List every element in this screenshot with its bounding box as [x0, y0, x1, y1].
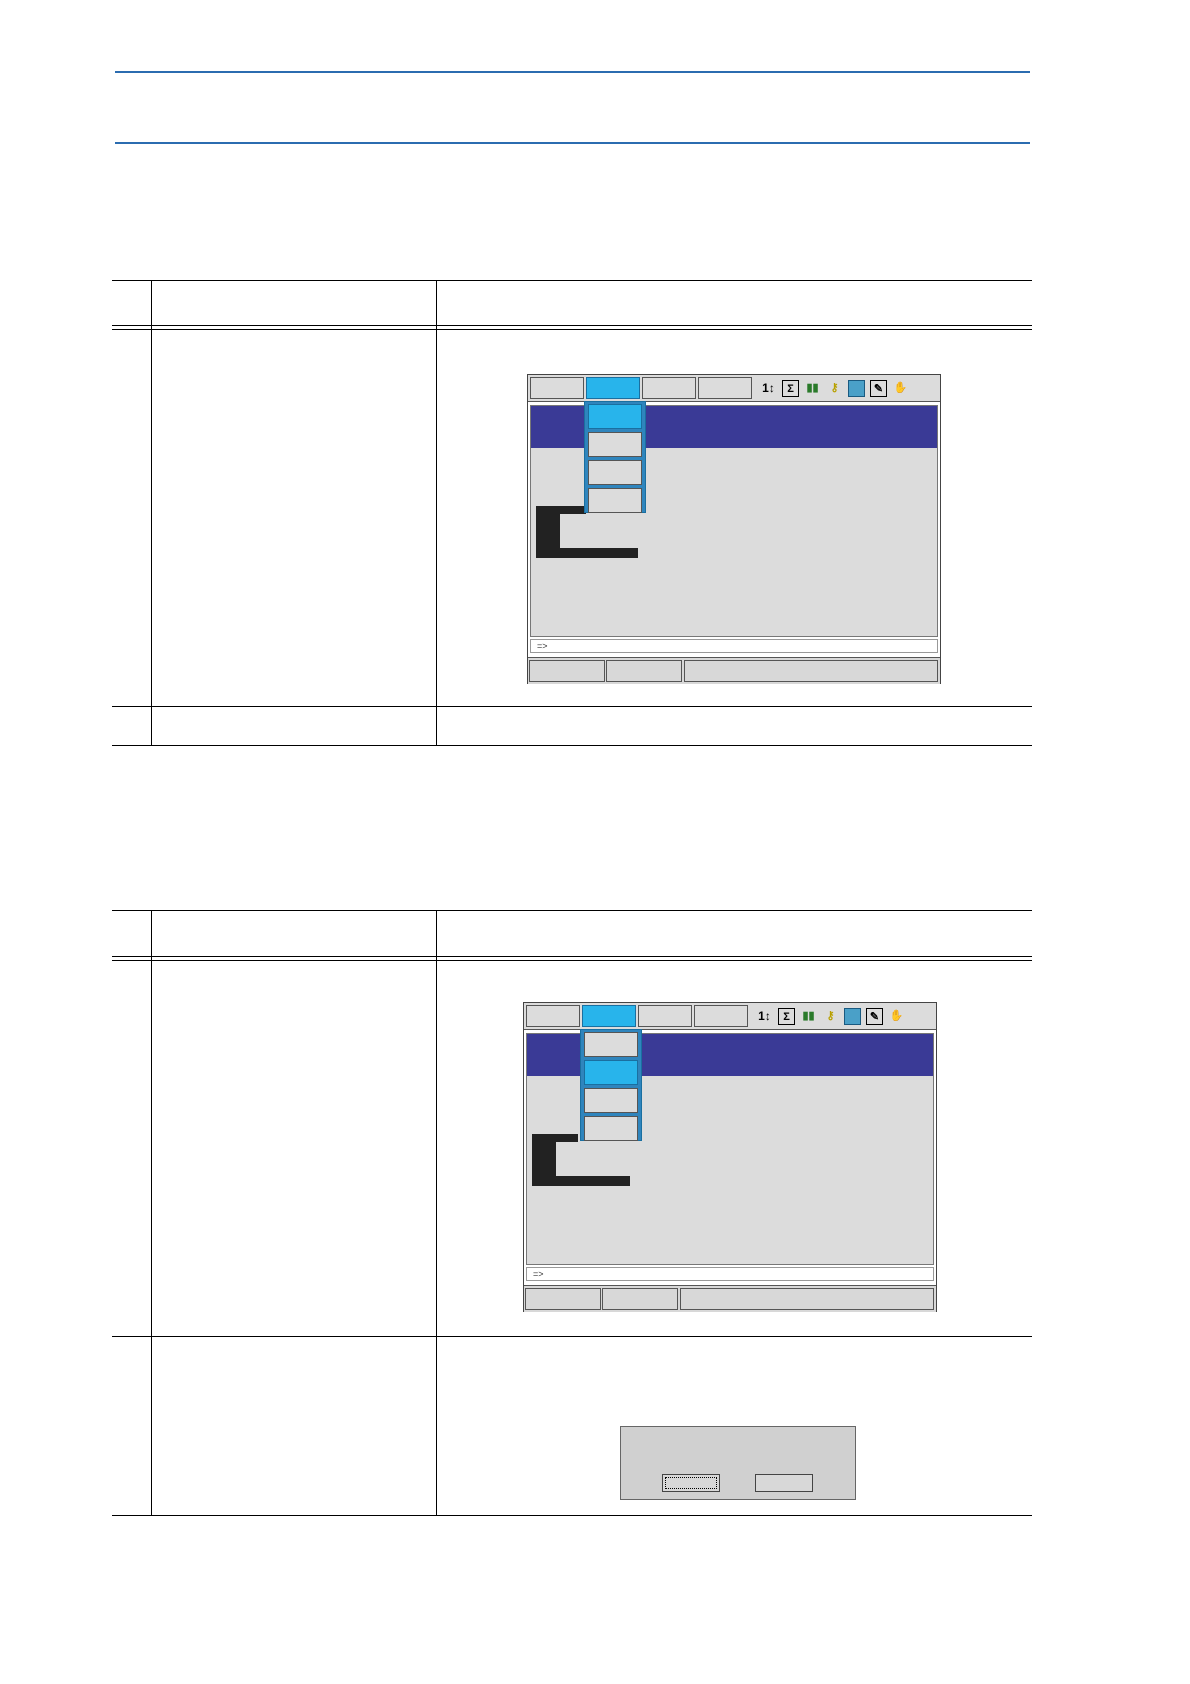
dropdown-menu	[584, 401, 646, 513]
bottom-button[interactable]	[684, 660, 938, 682]
pendant-screen: 1↕ Σ ▮▮ ⚷ ✎ ✋ =>	[527, 374, 941, 684]
dropdown-item[interactable]	[588, 432, 642, 457]
content-block	[560, 548, 638, 558]
dialog-yes-button[interactable]	[662, 1474, 720, 1492]
hand-icon: ✋	[889, 1009, 904, 1022]
bottom-button[interactable]	[529, 660, 605, 682]
bottom-button-bar	[524, 1285, 936, 1312]
bottom-button[interactable]	[680, 1288, 934, 1310]
sequence-icon: 1↕	[762, 380, 775, 395]
content-block	[560, 506, 586, 514]
confirm-dialog	[620, 1426, 856, 1500]
input-line[interactable]: =>	[530, 639, 938, 653]
dropdown-item[interactable]	[584, 1088, 638, 1113]
dropdown-item-selected[interactable]	[588, 404, 642, 429]
table-col-divider	[151, 910, 152, 1516]
key-icon: ⚷	[826, 1009, 835, 1022]
menu-tab-active[interactable]	[586, 377, 640, 399]
chart-icon: ▮▮	[806, 381, 819, 394]
sigma-icon: Σ	[778, 1007, 795, 1025]
storage-icon	[844, 1007, 861, 1025]
input-line[interactable]: =>	[526, 1267, 934, 1281]
sequence-icon: 1↕	[758, 1008, 771, 1023]
menu-tab[interactable]	[530, 377, 584, 399]
bottom-button[interactable]	[606, 660, 682, 682]
bottom-button[interactable]	[602, 1288, 678, 1310]
table-top-line	[112, 910, 1032, 911]
dialog-no-button[interactable]	[755, 1474, 813, 1492]
menu-tab[interactable]	[642, 377, 696, 399]
hand-icon: ✋	[893, 381, 908, 394]
table-header-line-double	[112, 329, 1032, 330]
table-row-line	[112, 706, 1032, 707]
sigma-icon: Σ	[782, 379, 799, 397]
table-col-divider	[151, 280, 152, 746]
table-top-line	[112, 280, 1032, 281]
dropdown-menu	[580, 1029, 642, 1141]
content-block	[556, 1134, 578, 1142]
menu-tab[interactable]	[526, 1005, 580, 1027]
bottom-button-bar	[528, 657, 940, 684]
edit-icon: ✎	[870, 379, 887, 397]
status-icon-bar: 1↕ Σ ▮▮ ⚷ ✎ ✋	[756, 377, 938, 399]
table-bottom-line	[112, 1515, 1032, 1516]
content-block	[532, 1134, 556, 1186]
menu-tab-active[interactable]	[582, 1005, 636, 1027]
table-col-divider	[436, 910, 437, 1516]
table-header-line	[112, 325, 1032, 326]
header-bottom-rule	[115, 142, 1030, 144]
menu-tab[interactable]	[698, 377, 752, 399]
content-block	[536, 506, 560, 558]
key-icon: ⚷	[830, 381, 839, 394]
edit-icon: ✎	[866, 1007, 883, 1025]
table-header-line	[112, 956, 1032, 957]
pendant-screen: 1↕ Σ ▮▮ ⚷ ✎ ✋ =>	[523, 1002, 937, 1312]
table-col-divider	[436, 280, 437, 746]
table-row-line	[112, 1336, 1032, 1337]
menu-tab[interactable]	[694, 1005, 748, 1027]
dropdown-item[interactable]	[584, 1116, 638, 1141]
chart-icon: ▮▮	[802, 1009, 815, 1022]
table-bottom-line	[112, 745, 1032, 746]
status-icon-bar: 1↕ Σ ▮▮ ⚷ ✎ ✋	[752, 1005, 934, 1027]
dropdown-item[interactable]	[588, 488, 642, 513]
menu-tab[interactable]	[638, 1005, 692, 1027]
header-top-rule	[115, 71, 1030, 73]
table-header-line-double	[112, 960, 1032, 961]
dropdown-item[interactable]	[588, 460, 642, 485]
bottom-button[interactable]	[525, 1288, 601, 1310]
top-menu-bar: 1↕ Σ ▮▮ ⚷ ✎ ✋	[524, 1003, 936, 1030]
dropdown-item-selected[interactable]	[584, 1060, 638, 1085]
dropdown-item[interactable]	[584, 1032, 638, 1057]
content-block	[556, 1176, 630, 1186]
top-menu-bar: 1↕ Σ ▮▮ ⚷ ✎ ✋	[528, 375, 940, 402]
storage-icon	[848, 379, 865, 397]
